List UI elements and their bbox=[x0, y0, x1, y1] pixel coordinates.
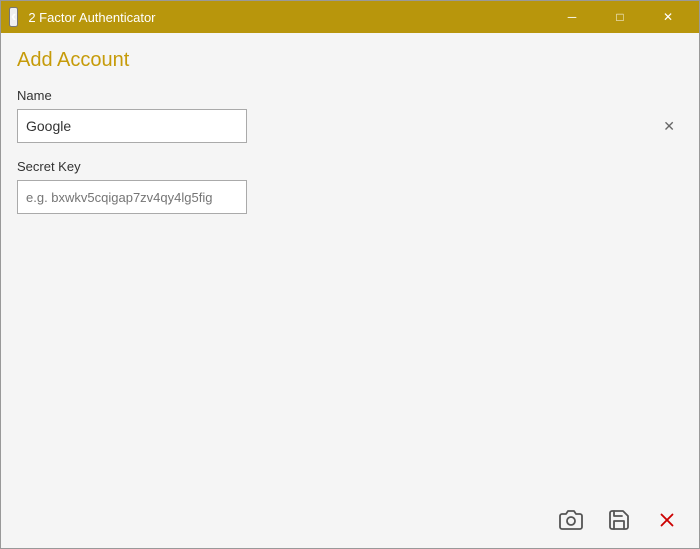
close-button[interactable]: ✕ bbox=[645, 1, 691, 33]
page-title: Add Account bbox=[17, 49, 683, 72]
clear-name-button[interactable]: ✕ bbox=[661, 117, 677, 135]
secret-input[interactable] bbox=[17, 180, 247, 214]
app-window: ‹ 2 Factor Authenticator ─ □ ✕ Add Accou… bbox=[0, 0, 700, 549]
camera-button[interactable] bbox=[551, 500, 591, 540]
minimize-button[interactable]: ─ bbox=[549, 1, 595, 33]
name-input[interactable] bbox=[17, 109, 247, 143]
back-button[interactable]: ‹ bbox=[9, 7, 18, 27]
save-button[interactable] bbox=[599, 500, 639, 540]
name-label: Name bbox=[17, 88, 683, 103]
secret-field-wrapper bbox=[17, 180, 683, 214]
window-title: 2 Factor Authenticator bbox=[28, 10, 549, 25]
maximize-button[interactable]: □ bbox=[597, 1, 643, 33]
secret-label: Secret Key bbox=[17, 159, 683, 174]
save-icon bbox=[607, 508, 631, 532]
name-field-wrapper: ✕ bbox=[17, 109, 683, 143]
delete-icon bbox=[656, 509, 678, 531]
window-controls: ─ □ ✕ bbox=[549, 1, 691, 33]
camera-icon bbox=[559, 508, 583, 532]
titlebar: ‹ 2 Factor Authenticator ─ □ ✕ bbox=[1, 1, 699, 33]
content-area: Add Account Name ✕ Secret Key bbox=[1, 33, 699, 548]
bottom-toolbar bbox=[551, 500, 687, 540]
delete-button[interactable] bbox=[647, 500, 687, 540]
